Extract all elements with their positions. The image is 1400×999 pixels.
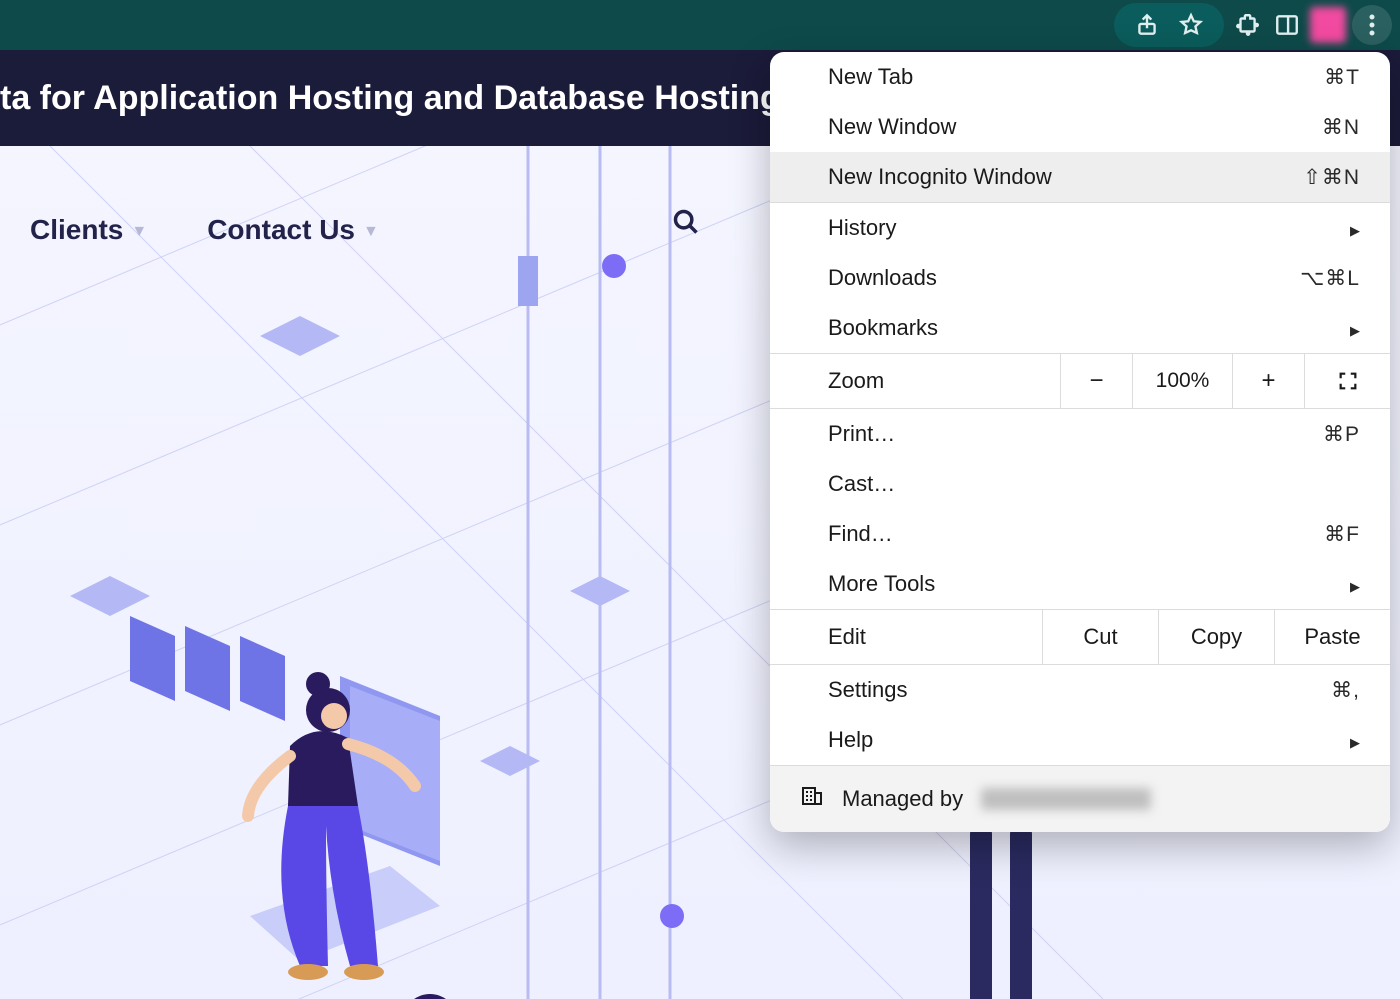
menu-managed-label: Managed by [842, 786, 963, 812]
menu-managed-footer[interactable]: Managed by [770, 766, 1390, 832]
organization-icon [800, 784, 824, 814]
menu-print[interactable]: Print… ⌘P [770, 409, 1390, 459]
menu-item-label: Find… [828, 521, 893, 547]
submenu-arrow-icon [1350, 571, 1360, 597]
organization-name-redacted [981, 788, 1151, 810]
chevron-down-icon: ▼ [131, 219, 147, 241]
chevron-down-icon: ▼ [363, 219, 379, 241]
menu-item-label: More Tools [828, 571, 935, 597]
menu-item-label: Downloads [828, 265, 937, 291]
edit-copy-button[interactable]: Copy [1158, 609, 1274, 665]
menu-item-shortcut: ⌘T [1324, 65, 1360, 90]
more-menu-button[interactable] [1352, 5, 1392, 45]
nav-item-label: Clients [30, 214, 123, 246]
edit-cut-button[interactable]: Cut [1042, 609, 1158, 665]
menu-item-shortcut: ⇧⌘N [1303, 165, 1360, 190]
page-banner-title: ta for Application Hosting and Database … [0, 79, 781, 118]
menu-item-shortcut: ⌥⌘L [1300, 266, 1360, 291]
profile-avatar[interactable] [1310, 7, 1346, 43]
menu-item-label: Help [828, 727, 873, 753]
side-panel-icon[interactable] [1270, 8, 1304, 42]
menu-item-label: New Incognito Window [828, 164, 1052, 190]
menu-item-label: Cast… [828, 471, 895, 497]
zoom-level: 100% [1132, 353, 1232, 409]
menu-edit: Edit Cut Copy Paste [770, 609, 1390, 665]
menu-item-shortcut: ⌘N [1322, 115, 1360, 140]
nav-contact-us[interactable]: Contact Us ▼ [207, 214, 379, 246]
menu-item-label: New Window [828, 114, 956, 140]
menu-settings[interactable]: Settings ⌘, [770, 665, 1390, 715]
share-icon[interactable] [1130, 8, 1164, 42]
address-actions [1114, 3, 1224, 47]
menu-item-label: Bookmarks [828, 315, 938, 341]
menu-item-shortcut: ⌘, [1331, 678, 1360, 703]
extensions-icon[interactable] [1230, 8, 1264, 42]
browser-toolbar [0, 0, 1400, 50]
submenu-arrow-icon [1350, 315, 1360, 341]
menu-item-label: Print… [828, 421, 895, 447]
menu-help[interactable]: Help [770, 715, 1390, 765]
menu-item-label: History [828, 215, 896, 241]
menu-find[interactable]: Find… ⌘F [770, 509, 1390, 559]
menu-item-shortcut: ⌘F [1324, 522, 1360, 547]
zoom-out-button[interactable]: − [1060, 353, 1132, 409]
menu-item-label: Zoom [828, 368, 884, 394]
edit-paste-button[interactable]: Paste [1274, 609, 1390, 665]
menu-item-label: Settings [828, 677, 908, 703]
menu-more-tools[interactable]: More Tools [770, 559, 1390, 609]
menu-item-shortcut: ⌘P [1323, 422, 1360, 447]
menu-bookmarks[interactable]: Bookmarks [770, 303, 1390, 353]
menu-zoom: Zoom − 100% + [770, 353, 1390, 409]
menu-downloads[interactable]: Downloads ⌥⌘L [770, 253, 1390, 303]
menu-new-window[interactable]: New Window ⌘N [770, 102, 1390, 152]
submenu-arrow-icon [1350, 727, 1360, 753]
menu-item-label: New Tab [828, 64, 913, 90]
menu-history[interactable]: History [770, 203, 1390, 253]
menu-item-label: Edit [828, 624, 866, 650]
fullscreen-button[interactable] [1304, 353, 1390, 409]
bookmark-star-icon[interactable] [1174, 8, 1208, 42]
nav-clients[interactable]: Clients ▼ [30, 214, 147, 246]
chrome-menu: New Tab ⌘T New Window ⌘N New Incognito W… [770, 52, 1390, 832]
zoom-in-button[interactable]: + [1232, 353, 1304, 409]
menu-new-incognito[interactable]: New Incognito Window ⇧⌘N [770, 152, 1390, 202]
submenu-arrow-icon [1350, 215, 1360, 241]
nav-item-label: Contact Us [207, 214, 355, 246]
menu-cast[interactable]: Cast… [770, 459, 1390, 509]
search-icon[interactable] [672, 208, 700, 236]
menu-new-tab[interactable]: New Tab ⌘T [770, 52, 1390, 102]
